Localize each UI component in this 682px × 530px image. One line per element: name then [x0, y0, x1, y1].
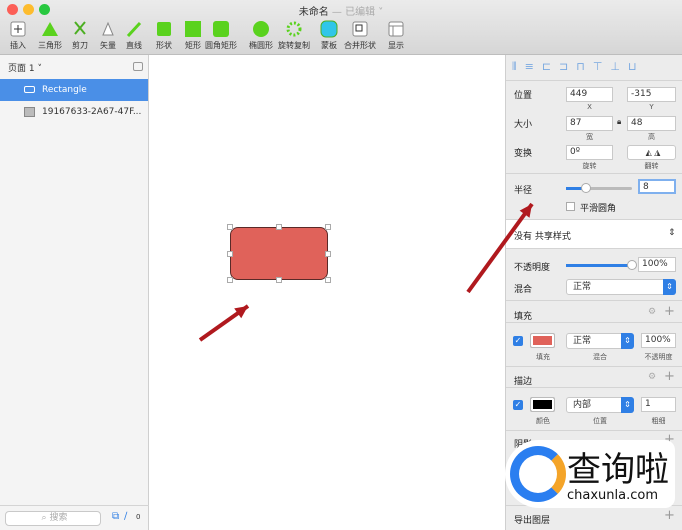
red-arrow [198, 304, 250, 342]
annotation-arrows [198, 202, 534, 342]
red-arrow [466, 202, 534, 294]
